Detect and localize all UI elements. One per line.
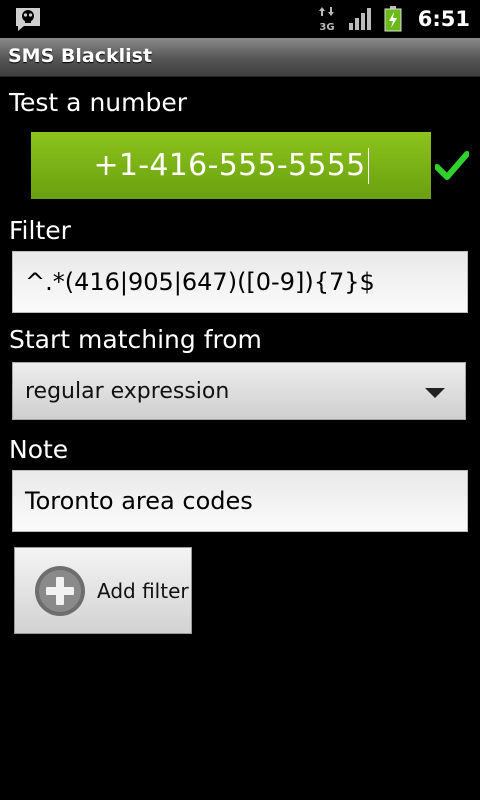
network-type-label: 3G (319, 22, 334, 32)
text-cursor (367, 147, 369, 184)
note-label: Note (9, 435, 69, 464)
dropdown-arrow-icon (425, 388, 445, 398)
match-mode-selected: regular expression (25, 378, 230, 404)
check-icon (435, 151, 469, 180)
match-mode-dropdown[interactable]: regular expression (12, 362, 466, 420)
add-filter-label: Add filter (97, 579, 189, 603)
test-number-value: +1-416-555-5555 (93, 148, 366, 183)
note-input[interactable]: Toronto area codes (12, 470, 468, 532)
battery-charging-icon (384, 6, 402, 32)
plus-icon (35, 566, 85, 616)
status-bar: 3G 6:51 (0, 0, 480, 38)
test-number-label: Test a number (9, 88, 188, 117)
filter-label: Filter (9, 216, 71, 245)
filter-value: ^.*(416|905|647)([0-9]){7}$ (25, 268, 375, 296)
3g-data-icon: 3G (318, 7, 334, 32)
note-value: Toronto area codes (25, 487, 253, 515)
notification-icon (16, 8, 40, 31)
app-title: SMS Blacklist (8, 45, 153, 67)
app-title-bar: SMS Blacklist (0, 38, 480, 77)
status-clock: 6:51 (417, 7, 470, 31)
signal-strength-icon (348, 8, 371, 30)
add-filter-button[interactable]: Add filter (14, 547, 192, 634)
test-number-input[interactable]: +1-416-555-5555 (31, 132, 431, 199)
match-mode-label: Start matching from (9, 325, 262, 354)
filter-input[interactable]: ^.*(416|905|647)([0-9]){7}$ (12, 251, 468, 313)
